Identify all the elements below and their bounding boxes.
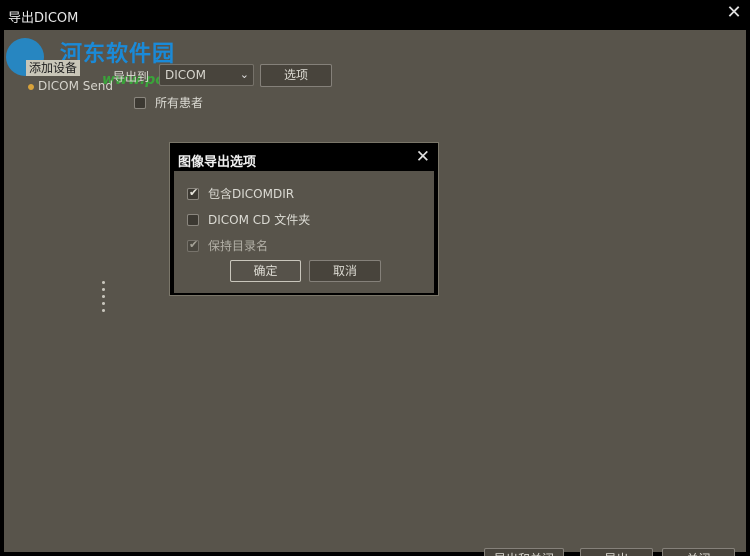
add-device-tab[interactable]: 添加设备 <box>26 60 81 76</box>
close-icon[interactable]: ✕ <box>416 149 430 166</box>
option-include-dicomdir[interactable]: 包含DICOMDIR <box>187 185 294 202</box>
option-label: 包含DICOMDIR <box>208 187 295 201</box>
close-button[interactable]: 关闭 <box>662 548 735 556</box>
all-patients-label: 所有患者 <box>155 96 204 110</box>
chevron-down-icon: ⌄ <box>239 68 249 81</box>
include-dicomdir-checkbox[interactable] <box>187 186 199 200</box>
dialog-title: 图像导出选项 <box>178 155 257 170</box>
option-keep-directory-name: 保持目录名 <box>187 237 268 254</box>
window-title: 导出DICOM <box>8 11 79 26</box>
export-button[interactable]: 导出 <box>580 548 653 556</box>
all-patients-checkbox[interactable] <box>134 97 146 109</box>
export-dicom-window: 导出DICOM ✕ 河东软件园 www.pc0359.cn 添加设备 DICOM… <box>0 0 750 556</box>
export-target-value: DICOM <box>165 68 206 82</box>
close-icon[interactable]: ✕ <box>726 4 742 22</box>
device-item-dicom-send[interactable]: DICOM Send <box>28 79 113 93</box>
option-label: DICOM CD 文件夹 <box>208 213 311 227</box>
keep-directory-name-checkbox <box>187 238 199 252</box>
dialog-body: 包含DICOMDIR DICOM CD 文件夹 保持目录名 确定 取消 <box>174 171 434 293</box>
all-patients-checkbox-row[interactable]: 所有患者 <box>134 94 203 111</box>
options-button[interactable]: 选项 <box>260 64 332 87</box>
export-target-select[interactable]: DICOM ⌄ <box>159 64 254 86</box>
drag-handle-icon[interactable] <box>102 281 106 315</box>
image-export-options-dialog: 图像导出选项 ✕ 包含DICOMDIR DICOM CD 文件夹 保持目录名 确… <box>169 142 439 296</box>
dicom-cd-folder-checkbox[interactable] <box>187 214 199 226</box>
device-status-icon <box>28 84 34 90</box>
titlebar: 导出DICOM ✕ <box>0 0 750 30</box>
cancel-button[interactable]: 取消 <box>309 260 381 282</box>
ok-button[interactable]: 确定 <box>230 260 301 282</box>
option-label: 保持目录名 <box>208 239 269 253</box>
device-item-label: DICOM Send <box>38 79 113 93</box>
option-dicom-cd-folder[interactable]: DICOM CD 文件夹 <box>187 211 310 228</box>
export-and-close-button[interactable]: 导出和关闭 <box>484 548 564 556</box>
export-to-label: 导出到 <box>113 70 150 84</box>
